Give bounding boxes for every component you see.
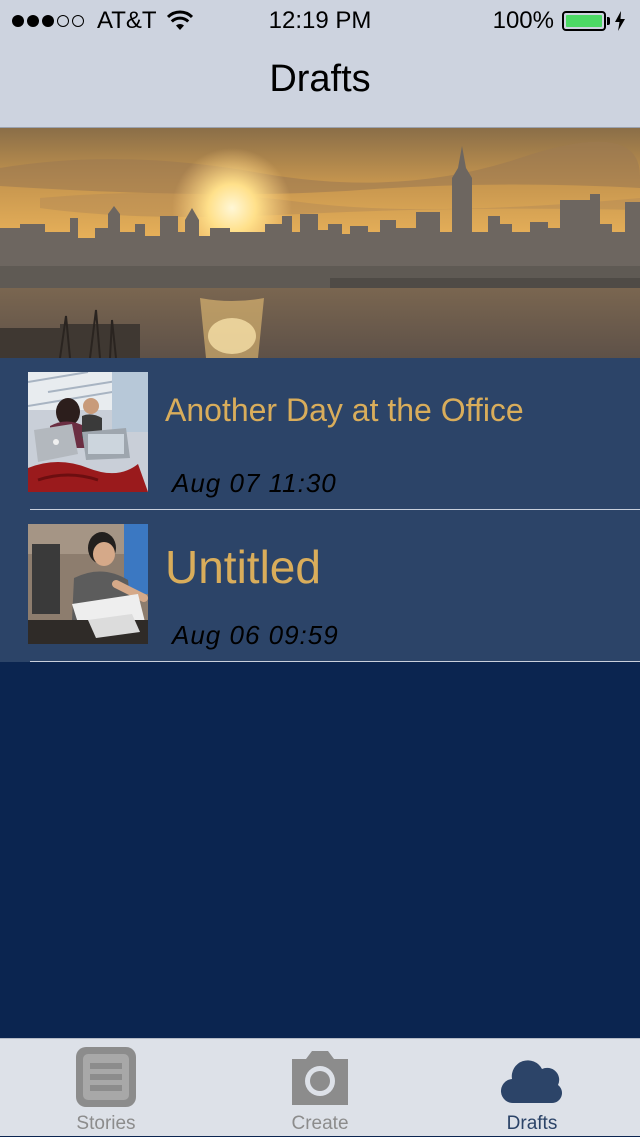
draft-title: Untitled — [165, 541, 321, 593]
navigation-bar: Drafts — [0, 40, 640, 128]
tab-create[interactable]: Create — [220, 1039, 420, 1137]
battery-icon — [562, 11, 606, 31]
tab-label: Create — [291, 1113, 349, 1134]
tab-bar: Stories Create Drafts — [0, 1038, 640, 1136]
draft-thumbnail — [28, 372, 148, 492]
draft-row[interactable]: Untitled Aug 06 09:59 — [0, 510, 640, 662]
draft-row[interactable]: Another Day at the Office Aug 07 11:30 — [0, 358, 640, 510]
drafts-list: Another Day at the Office Aug 07 11:30 U… — [0, 358, 640, 662]
camera-icon — [292, 1051, 348, 1105]
cloud-icon — [500, 1060, 562, 1104]
hero-banner-image — [0, 128, 640, 358]
list-icon — [76, 1047, 136, 1107]
status-right: 100% — [493, 7, 626, 35]
row-separator — [30, 661, 640, 662]
tab-label: Stories — [76, 1113, 136, 1134]
battery-percent: 100% — [492, 7, 554, 34]
battery-nub — [607, 17, 610, 25]
page-title: Drafts — [269, 58, 371, 100]
tab-stories[interactable]: Stories — [6, 1039, 206, 1137]
draft-title: Another Day at the Office — [165, 392, 524, 428]
draft-date: Aug 07 11:30 — [172, 468, 337, 498]
charging-bolt-icon — [615, 11, 625, 31]
tab-label: Drafts — [506, 1113, 558, 1134]
draft-thumbnail — [28, 524, 148, 644]
battery-level-fill — [566, 15, 602, 27]
tab-drafts[interactable]: Drafts — [432, 1039, 632, 1137]
draft-date: Aug 06 09:59 — [172, 620, 339, 650]
status-bar: AT&T 12:19 PM 100% — [0, 0, 640, 40]
